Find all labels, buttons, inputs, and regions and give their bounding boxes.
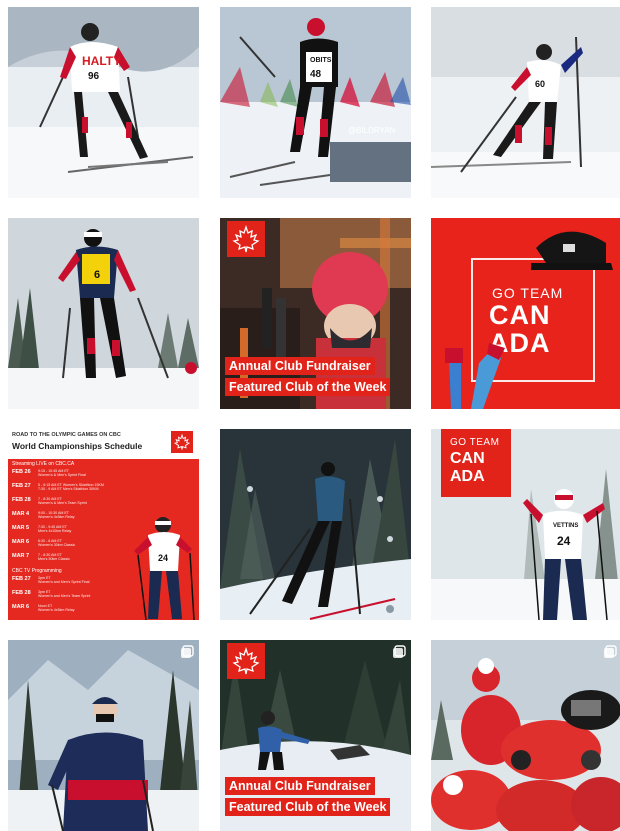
bib-number: 48 xyxy=(310,69,322,80)
post-10-image xyxy=(8,640,199,831)
grid-post-6[interactable]: GO TEAM CAN ADA xyxy=(431,218,620,409)
maple-leaf-logo xyxy=(171,431,193,453)
bib-number: 24 xyxy=(158,553,168,563)
watermark: @BILDRYAN xyxy=(348,126,396,135)
caption-line-1: Annual Club Fundraiser xyxy=(225,357,375,375)
maple-leaf-icon xyxy=(232,224,260,253)
post-2-image: 48 OBITS @BILDRYAN xyxy=(220,7,411,198)
go-team-badge: GO TEAM CAN ADA xyxy=(441,429,511,497)
fundraiser-caption: Annual Club Fundraiser Featured Club of … xyxy=(225,777,391,819)
multi-photo-icon xyxy=(180,645,194,659)
photo-grid: HALTY 96 48 OBITS @BILDRYAN 60 6 Annual … xyxy=(0,0,620,831)
bib-number: 6 xyxy=(94,269,100,281)
merch-illustration xyxy=(445,231,613,409)
canada-line-2: ADA xyxy=(450,468,485,485)
multi-photo-icon xyxy=(603,645,617,659)
maple-leaf-logo xyxy=(227,221,265,257)
maple-leaf-logo xyxy=(227,643,265,679)
schedule-kicker: ROAD TO THE OLYMPIC GAMES ON CBC xyxy=(12,432,121,438)
bib-number: 24 xyxy=(557,534,571,548)
multi-photo-icon xyxy=(392,645,406,659)
grid-post-5[interactable]: Annual Club Fundraiser Featured Club of … xyxy=(220,218,411,409)
grid-post-4[interactable]: 6 xyxy=(8,218,199,409)
maple-leaf-icon xyxy=(173,433,191,450)
caption-line-2: Featured Club of the Week xyxy=(225,798,391,816)
canada-line-1: CAN xyxy=(450,450,485,467)
post-1-image: HALTY 96 xyxy=(8,7,199,198)
grid-post-2[interactable]: 48 OBITS @BILDRYAN xyxy=(220,7,411,198)
grid-post-7[interactable]: ROAD TO THE OLYMPIC GAMES ON CBC World C… xyxy=(8,429,199,620)
grid-post-3[interactable]: 60 xyxy=(431,7,620,198)
caption-line-1: Annual Club Fundraiser xyxy=(225,777,375,795)
schedule-body: Streaming LIVE on CBC.CA FEB 26 9:15 - 1… xyxy=(8,459,199,620)
schedule-header: ROAD TO THE OLYMPIC GAMES ON CBC World C… xyxy=(8,429,199,459)
grid-post-10[interactable] xyxy=(8,640,199,831)
go-team-text: GO TEAM xyxy=(450,437,500,448)
bib-number: 96 xyxy=(88,71,100,82)
post-12-image xyxy=(431,640,620,831)
grid-post-11[interactable]: Annual Club Fundraiser Featured Club of … xyxy=(220,640,411,831)
grid-post-12[interactable] xyxy=(431,640,620,831)
grid-post-1[interactable]: HALTY 96 xyxy=(8,7,199,198)
schedule-title: World Championships Schedule xyxy=(12,441,143,451)
post-3-image: 60 xyxy=(431,7,620,198)
grid-post-8[interactable] xyxy=(220,429,411,620)
bib-sponsor: VETTINS xyxy=(553,523,578,529)
bib-sponsor: OBITS xyxy=(310,57,332,64)
grid-post-9[interactable]: VETTINS 24 GO TEAM CAN ADA xyxy=(431,429,620,620)
maple-leaf-icon xyxy=(232,646,260,675)
bib-sponsor: HALTY xyxy=(82,54,121,68)
bib-number: 60 xyxy=(535,79,545,89)
schedule-athlete: 24 xyxy=(134,517,195,620)
post-4-image: 6 xyxy=(8,218,199,409)
fundraiser-caption: Annual Club Fundraiser Featured Club of … xyxy=(225,357,391,399)
post-8-image xyxy=(220,429,411,620)
caption-line-2: Featured Club of the Week xyxy=(225,378,391,396)
